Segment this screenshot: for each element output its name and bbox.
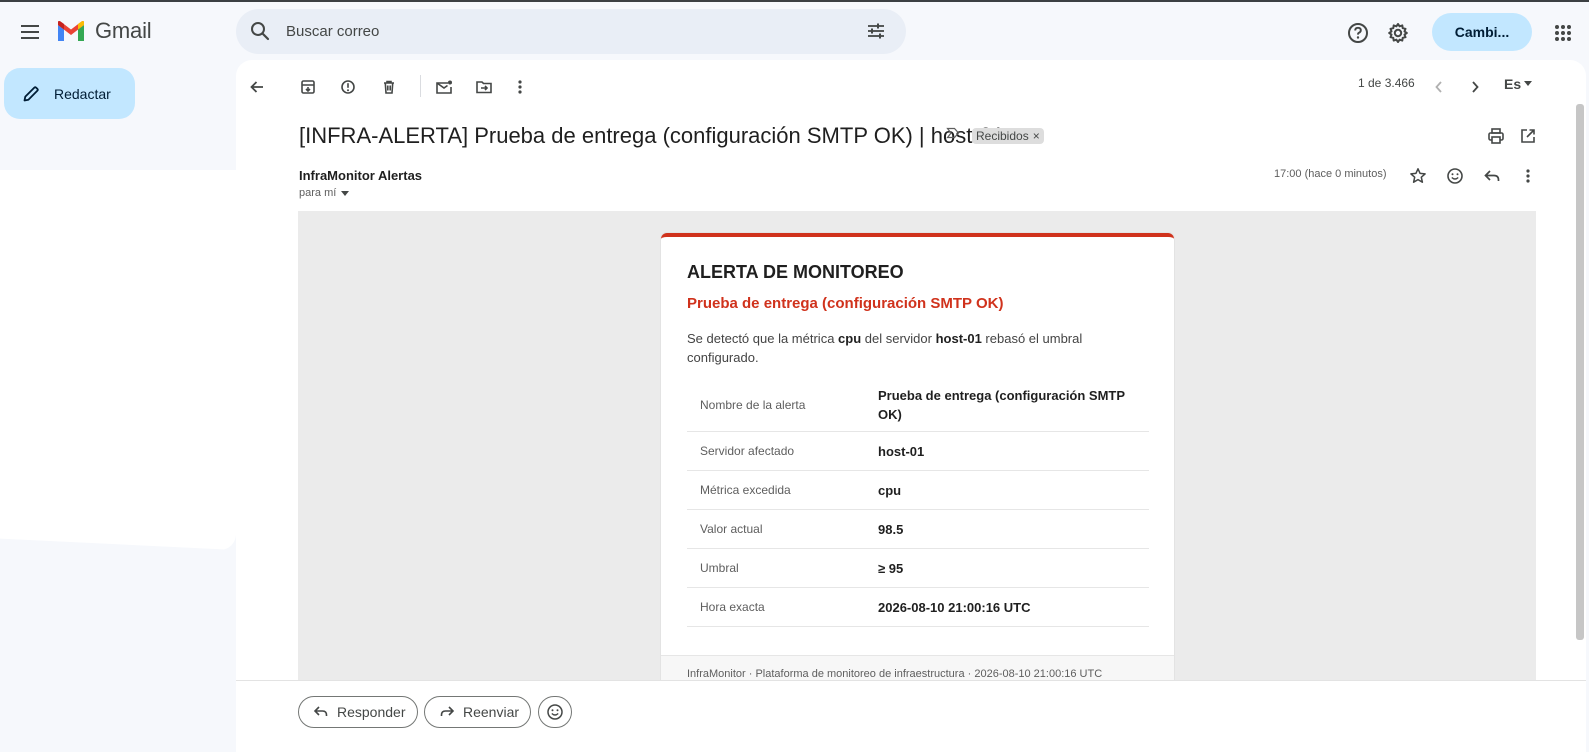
remove-label-icon[interactable]: ×: [1033, 129, 1040, 143]
emoji-reaction-button[interactable]: [538, 696, 572, 728]
table-row: Hora exacta 2026-08-10 21:00:16 UTC: [687, 588, 1149, 627]
importance-marker-icon[interactable]: [946, 127, 960, 139]
settings-gear-icon[interactable]: [1383, 18, 1413, 48]
search-options-icon[interactable]: [866, 21, 886, 41]
older-chevron-right-icon[interactable]: [1462, 74, 1488, 100]
move-to-folder-icon[interactable]: [471, 74, 497, 100]
star-icon[interactable]: [1406, 164, 1430, 188]
reply-arrow-icon: [313, 706, 328, 716]
open-new-window-icon[interactable]: [1516, 124, 1540, 148]
row-label: Umbral: [700, 561, 739, 575]
mark-unread-icon[interactable]: [431, 74, 457, 100]
report-spam-icon[interactable]: [335, 74, 361, 100]
gmail-wordmark: Gmail: [95, 18, 152, 43]
scrollbar-thumb[interactable]: [1576, 104, 1584, 640]
alert-title: ALERTA DE MONITOREO: [687, 262, 904, 282]
reply-actions-bar: Responder Reenviar: [236, 680, 1586, 752]
back-arrow-icon[interactable]: [244, 74, 270, 100]
forward-label: Reenviar: [463, 704, 520, 720]
reply-button[interactable]: Responder: [298, 696, 418, 728]
label-chip-text: Recibidos: [976, 129, 1029, 143]
caret-down-icon: [1524, 81, 1533, 86]
newer-chevron-left-icon[interactable]: [1426, 74, 1452, 100]
add-reaction-emoji-icon[interactable]: [1443, 164, 1467, 188]
table-row: Métrica excedida cpu: [687, 471, 1149, 510]
row-label: Valor actual: [700, 522, 763, 536]
row-value: Prueba de entrega (configuración SMTP OK…: [878, 388, 1125, 422]
alert-description: Se detectó que la métrica cpu del servid…: [687, 331, 1083, 365]
alert-subtitle: Prueba de entrega (configuración SMTP OK…: [687, 295, 1004, 312]
search-input[interactable]: [286, 20, 826, 42]
metric-name: cpu: [838, 331, 862, 346]
input-language-selector[interactable]: Es: [1504, 76, 1533, 92]
row-label: Hora exacta: [700, 600, 765, 614]
table-row: Nombre de la alerta Prueba de entrega (c…: [687, 379, 1149, 432]
caret-down-icon: [341, 190, 350, 196]
emoji-icon: [547, 704, 563, 720]
alert-card: ALERTA DE MONITOREO Prueba de entrega (c…: [661, 233, 1174, 698]
label-chip-inbox[interactable]: Recibidos ×: [972, 128, 1044, 144]
message-view: 1 de 3.466 Es [INFRA-ALERTA] Prueba de e…: [236, 60, 1586, 752]
sidebar-panel: [0, 170, 236, 550]
window-top-border: [0, 0, 1589, 2]
footer-text: InfraMonitor · Plataforma de monitoreo d…: [687, 668, 1103, 680]
gmail-m-icon: [58, 20, 84, 41]
compose-button[interactable]: Redactar: [4, 68, 135, 119]
row-label: Nombre de la alerta: [700, 398, 806, 412]
row-value: 2026-08-10 21:00:16 UTC: [878, 599, 1031, 615]
message-more-options-icon[interactable]: [1516, 164, 1540, 188]
main-menu-icon[interactable]: [16, 18, 44, 46]
row-value: ≥ 95: [878, 560, 904, 576]
forward-button[interactable]: Reenviar: [424, 696, 531, 728]
table-row: Servidor afectado host-01: [687, 432, 1149, 471]
more-options-icon[interactable]: [507, 74, 533, 100]
row-value: cpu: [878, 482, 902, 498]
table-row: Valor actual 98.5: [687, 510, 1149, 549]
recipient-text: para mí: [299, 187, 337, 199]
apps-grid-icon[interactable]: [1548, 18, 1578, 48]
table-row: Umbral ≥ 95: [687, 549, 1149, 588]
email-subject: [INFRA-ALERTA] Prueba de entrega (config…: [299, 123, 1005, 148]
row-value: host-01: [878, 443, 925, 459]
delete-trash-icon[interactable]: [376, 74, 402, 100]
compose-label: Redactar: [54, 85, 111, 102]
recipient-details-toggle[interactable]: para mí: [299, 187, 350, 199]
reply-label: Responder: [337, 704, 406, 720]
reply-arrow-icon[interactable]: [1480, 164, 1504, 188]
row-value: 98.5: [878, 521, 904, 537]
pencil-icon: [22, 85, 40, 103]
row-label: Servidor afectado: [700, 444, 795, 458]
search-icon[interactable]: [250, 21, 270, 41]
pagination-count: 1 de 3.466: [1358, 76, 1415, 90]
account-switch-button[interactable]: Cambi...: [1432, 13, 1532, 51]
toolbar-divider: [420, 75, 421, 97]
search-bar[interactable]: [236, 9, 906, 54]
print-icon[interactable]: [1484, 124, 1508, 148]
email-body: ALERTA DE MONITOREO Prueba de entrega (c…: [298, 211, 1536, 698]
archive-icon[interactable]: [295, 74, 321, 100]
message-timestamp: 17:00 (hace 0 minutos): [1274, 168, 1387, 180]
row-label: Métrica excedida: [700, 483, 791, 497]
forward-arrow-icon: [440, 706, 455, 716]
alert-details-table: Nombre de la alerta Prueba de entrega (c…: [687, 379, 1149, 627]
language-label: Es: [1504, 76, 1522, 92]
gmail-logo[interactable]: Gmail: [56, 18, 152, 44]
host-name: host-01: [935, 331, 982, 346]
help-icon[interactable]: [1343, 18, 1373, 48]
sender-name[interactable]: InfraMonitor Alertas: [299, 168, 422, 183]
